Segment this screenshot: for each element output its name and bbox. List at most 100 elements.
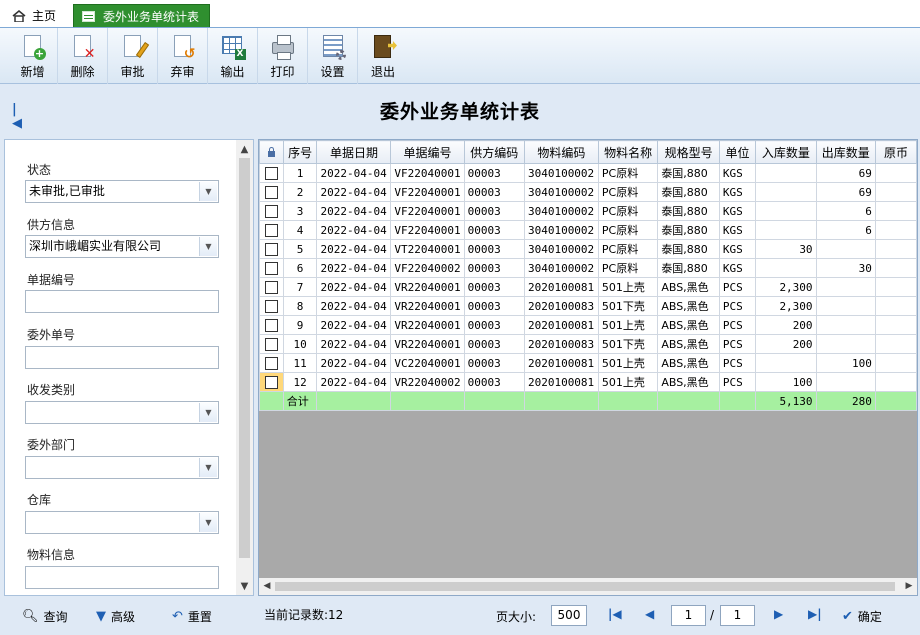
abandon-approval-button[interactable]: ↺ 弃审 (158, 28, 208, 84)
column-header[interactable]: 物料编码 (523, 140, 599, 164)
supplier-value: 深圳市峨嵋实业有限公司 (29, 239, 162, 253)
chevron-down-icon[interactable]: ▼ (199, 182, 217, 201)
export-button[interactable]: X 输出 (208, 28, 258, 84)
current-page-input[interactable]: 1 (671, 605, 706, 626)
tab-outsource-report[interactable]: 委外业务单统计表 (73, 4, 210, 27)
last-page-icon[interactable]: ▶| (808, 607, 822, 621)
row-checkbox[interactable] (264, 185, 278, 199)
approve-button[interactable]: 审批 (108, 28, 158, 84)
scroll-right-icon[interactable]: ▶ (901, 578, 917, 595)
scroll-left-icon[interactable]: ◀ (259, 578, 275, 595)
row-checkbox[interactable] (264, 299, 278, 313)
column-header[interactable]: 入库数量 (755, 140, 817, 164)
row-checkbox-cell[interactable] (259, 372, 284, 392)
lock-icon (267, 147, 275, 157)
column-header[interactable]: 原币 (874, 140, 917, 164)
status-select[interactable]: 未审批,已审批 ▼ (25, 180, 219, 203)
column-header[interactable]: 规格型号 (657, 140, 720, 164)
horizontal-scrollbar[interactable]: ◀ ▶ (259, 578, 917, 595)
table-row[interactable]: 5 2022-04-04 VT22040001 00003 3040100002 PC原料… (259, 239, 917, 259)
prev-page-icon[interactable]: ◀ (645, 607, 654, 621)
table-cell: PC原料 (597, 182, 659, 202)
row-checkbox[interactable] (264, 261, 278, 275)
row-checkbox-cell[interactable] (259, 334, 284, 354)
first-page-icon[interactable]: |◀ (608, 607, 622, 621)
outsource-no-input[interactable] (25, 346, 219, 369)
row-checkbox-cell[interactable] (259, 163, 284, 183)
reset-button[interactable]: ↶ 重置 (172, 608, 212, 625)
row-checkbox[interactable] (264, 166, 278, 180)
column-header[interactable]: 序号 (282, 140, 318, 164)
row-checkbox-cell[interactable] (259, 353, 284, 373)
add-button[interactable]: + 新增 (8, 28, 58, 84)
doc-no-input[interactable] (25, 290, 219, 313)
column-header[interactable]: 出库数量 (815, 140, 876, 164)
table-row[interactable]: 4 2022-04-04 VF22040001 00003 3040100002 PC原料… (259, 220, 917, 240)
lock-column-header[interactable] (259, 140, 284, 164)
confirm-button[interactable]: ✔ 确定 (842, 608, 882, 625)
scroll-up-icon[interactable]: ▲ (236, 142, 253, 158)
printer-icon (270, 34, 296, 60)
table-row[interactable]: 7 2022-04-04 VR22040001 00003 2020100081 501上… (259, 277, 917, 297)
table-row[interactable]: 3 2022-04-04 VF22040001 00003 3040100002 PC原料… (259, 201, 917, 221)
table-cell: 2 (282, 182, 318, 202)
column-header[interactable]: 物料名称 (597, 140, 659, 164)
row-checkbox[interactable] (264, 375, 278, 389)
row-checkbox-cell[interactable] (259, 239, 284, 259)
table-row[interactable]: 10 2022-04-04 VR22040001 00003 2020100083 501… (259, 334, 917, 354)
material-input[interactable] (25, 566, 219, 589)
chevron-down-icon[interactable]: ▼ (199, 237, 217, 256)
row-checkbox-cell[interactable] (259, 258, 284, 278)
table-cell: 2022-04-04 (316, 315, 392, 335)
tab-home[interactable]: 主页 (4, 4, 70, 27)
row-checkbox[interactable] (264, 223, 278, 237)
table-cell: KGS (718, 163, 757, 183)
filter-scrollbar[interactable]: ▲ ▼ (236, 140, 253, 595)
table-row[interactable]: 11 2022-04-04 VC22040001 00003 2020100081 501… (259, 353, 917, 373)
row-checkbox[interactable] (264, 356, 278, 370)
table-row[interactable]: 2 2022-04-04 VF22040001 00003 3040100002 PC原料… (259, 182, 917, 202)
warehouse-select[interactable]: ▼ (25, 511, 219, 534)
row-checkbox-cell[interactable] (259, 296, 284, 316)
supplier-select[interactable]: 深圳市峨嵋实业有限公司 ▼ (25, 235, 219, 258)
row-checkbox-cell[interactable] (259, 220, 284, 240)
column-header[interactable]: 单据编号 (390, 140, 465, 164)
row-checkbox[interactable] (264, 337, 278, 351)
scroll-thumb[interactable] (239, 158, 250, 558)
exit-button[interactable]: 退出 (358, 28, 408, 84)
print-button[interactable]: 打印 (258, 28, 308, 84)
table-row[interactable]: 6 2022-04-04 VF22040002 00003 3040100002 PC原料… (259, 258, 917, 278)
io-type-select[interactable]: ▼ (25, 401, 219, 424)
chevron-down-icon[interactable]: ▼ (199, 458, 217, 477)
dept-select[interactable]: ▼ (25, 456, 219, 479)
settings-button[interactable]: 设置 (308, 28, 358, 84)
page-size-input[interactable]: 500 (551, 605, 587, 626)
row-checkbox-cell[interactable] (259, 182, 284, 202)
table-row[interactable]: 8 2022-04-04 VR22040001 00003 2020100083 501下… (259, 296, 917, 316)
table-row[interactable]: 1 2022-04-04 VF22040001 00003 3040100002 PC原料… (259, 163, 917, 183)
column-header[interactable]: 单位 (718, 140, 757, 164)
next-page-icon[interactable]: ▶ (774, 607, 783, 621)
advanced-button[interactable]: ▼ 高级 (96, 608, 135, 625)
row-checkbox[interactable] (264, 318, 278, 332)
row-checkbox-cell[interactable] (259, 315, 284, 335)
scroll-down-icon[interactable]: ▼ (236, 579, 253, 595)
row-checkbox[interactable] (264, 204, 278, 218)
table-cell: 2022-04-04 (316, 258, 392, 278)
table-row[interactable]: 12 2022-04-04 VR22040002 00003 2020100081 501… (259, 372, 917, 392)
chevron-down-icon[interactable]: ▼ (199, 403, 217, 422)
row-checkbox-cell[interactable] (259, 201, 284, 221)
query-button[interactable]: 🔍︎ 查询 (22, 608, 68, 625)
chevron-down-icon[interactable]: ▼ (199, 513, 217, 532)
table-cell: 100 (815, 353, 876, 373)
column-header[interactable]: 供方编码 (463, 140, 525, 164)
column-header[interactable]: 单据日期 (316, 140, 392, 164)
row-checkbox[interactable] (264, 280, 278, 294)
table-cell: PCS (718, 296, 757, 316)
scroll-thumb[interactable] (275, 582, 895, 591)
table-cell: 00003 (463, 182, 525, 202)
row-checkbox-cell[interactable] (259, 277, 284, 297)
table-row[interactable]: 9 2022-04-04 VR22040001 00003 2020100081 501上… (259, 315, 917, 335)
row-checkbox[interactable] (264, 242, 278, 256)
delete-button[interactable]: ✕ 删除 (58, 28, 108, 84)
